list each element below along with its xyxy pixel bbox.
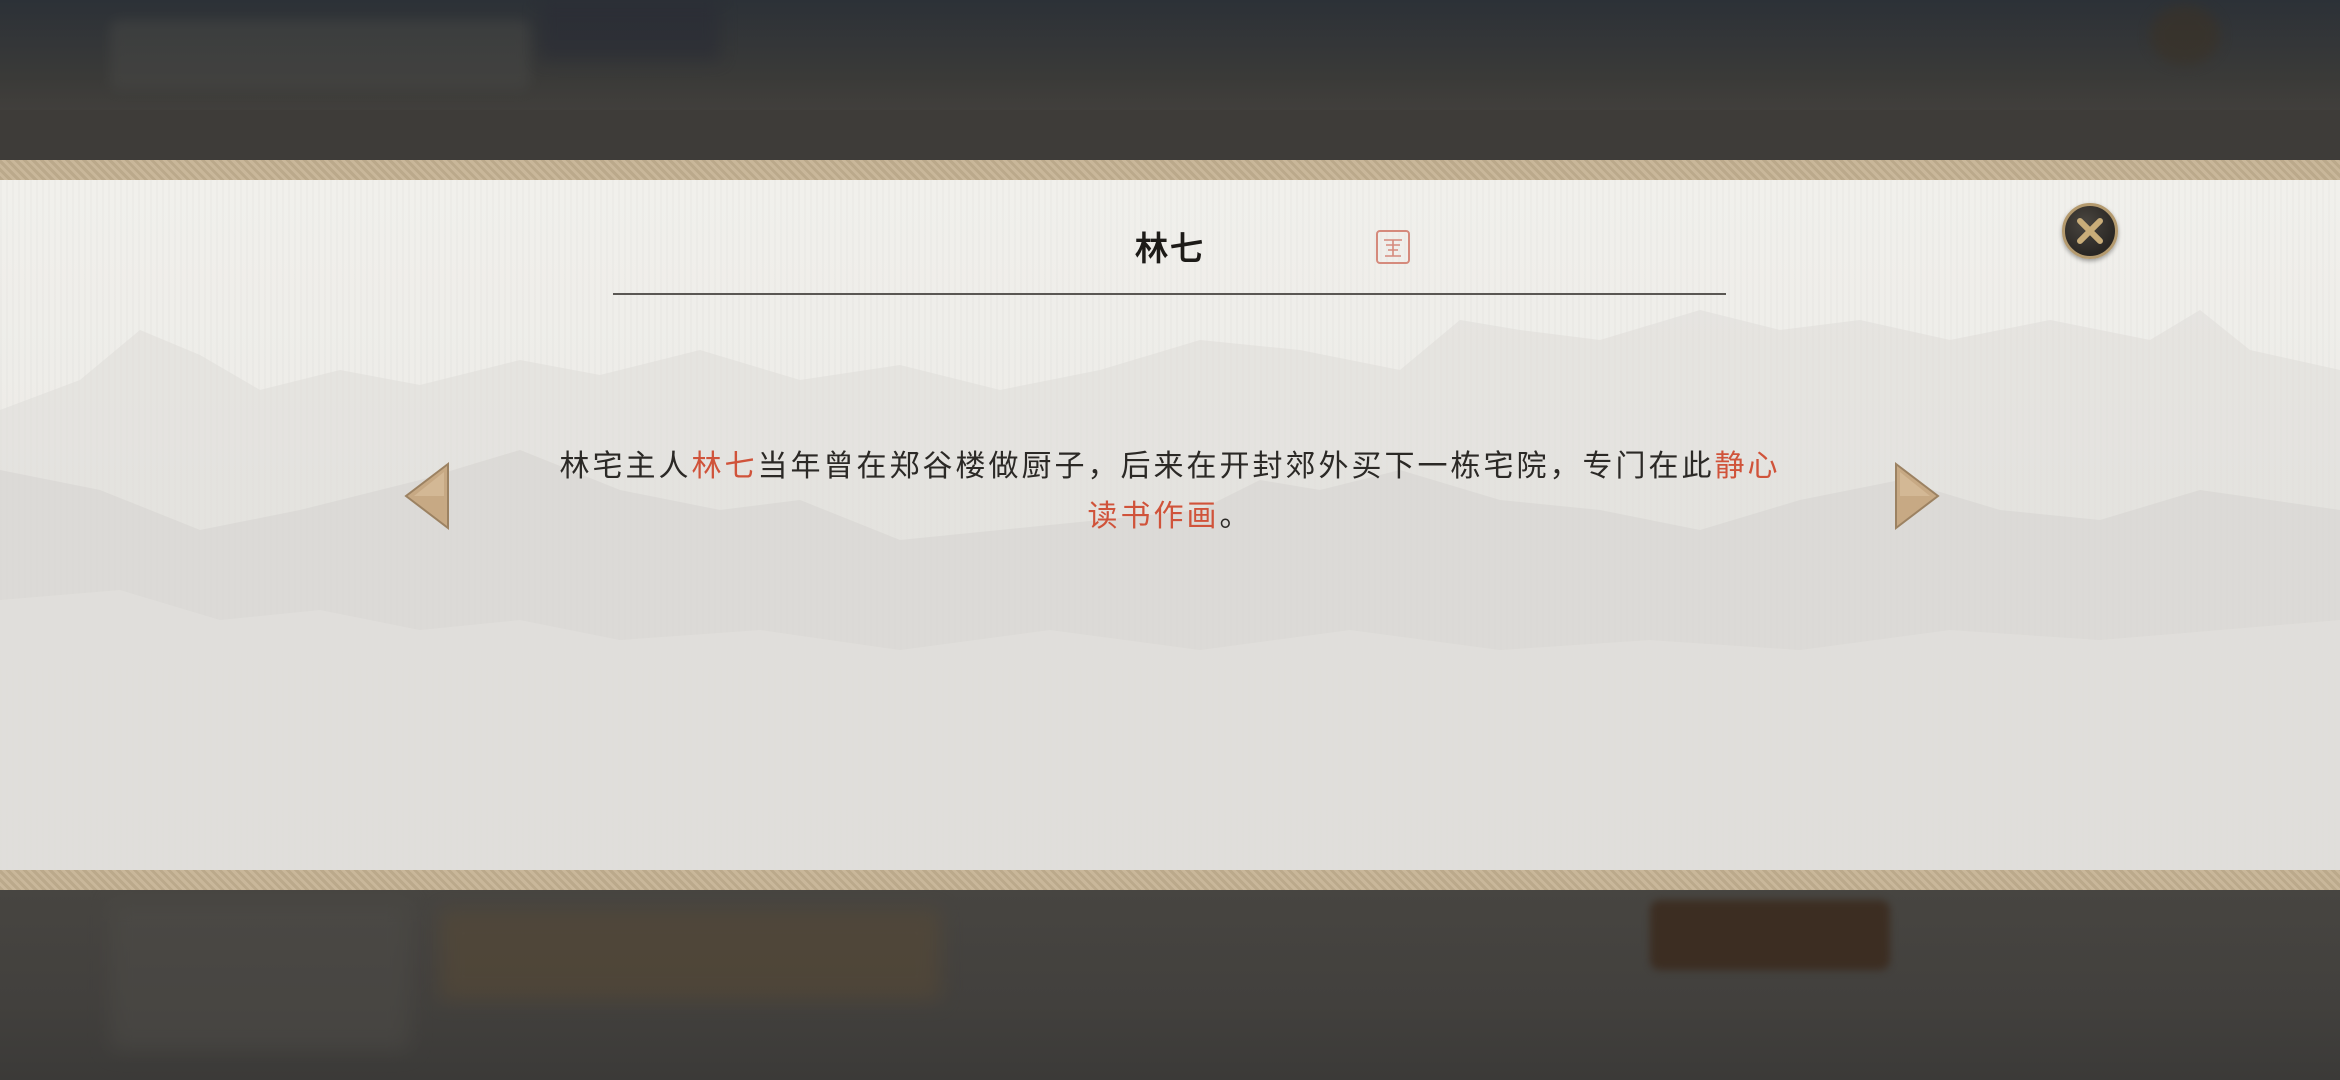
background-bottom-area xyxy=(0,890,2340,1080)
close-button[interactable] xyxy=(2062,203,2118,259)
next-page-button[interactable] xyxy=(1894,461,1940,531)
dialog-description: 林宅主人林七当年曾在郑谷楼做厨子，后来在开封郊外买下一栋宅院，专门在此静心读书作… xyxy=(546,442,1794,542)
triangle-left-icon xyxy=(404,461,449,531)
blurred-action-button xyxy=(1650,900,1890,970)
blurred-header-panel xyxy=(110,20,530,90)
blurred-portrait xyxy=(110,900,410,1050)
scroll-border-top xyxy=(0,160,2340,180)
desc-text: 当年曾在郑谷楼做厨子，后来在开封郊外买下一栋宅院，专门在此 xyxy=(757,449,1715,484)
blurred-header-element xyxy=(540,0,720,60)
title-divider xyxy=(613,293,1726,295)
prev-page-button[interactable] xyxy=(404,461,450,531)
desc-text: 。 xyxy=(1219,499,1253,534)
blurred-item-row xyxy=(440,910,940,1000)
background-top-bar xyxy=(0,0,2340,110)
red-seal-stamp-icon xyxy=(1376,230,1410,264)
desc-highlight-name: 林七 xyxy=(691,449,758,484)
dialog-title: 林七 xyxy=(1135,229,1205,268)
close-x-icon xyxy=(2077,218,2103,244)
blurred-header-icon xyxy=(2150,5,2220,65)
desc-text: 林宅主人 xyxy=(559,449,692,484)
triangle-right-icon xyxy=(1895,461,1940,531)
scroll-border-bottom xyxy=(0,870,2340,890)
